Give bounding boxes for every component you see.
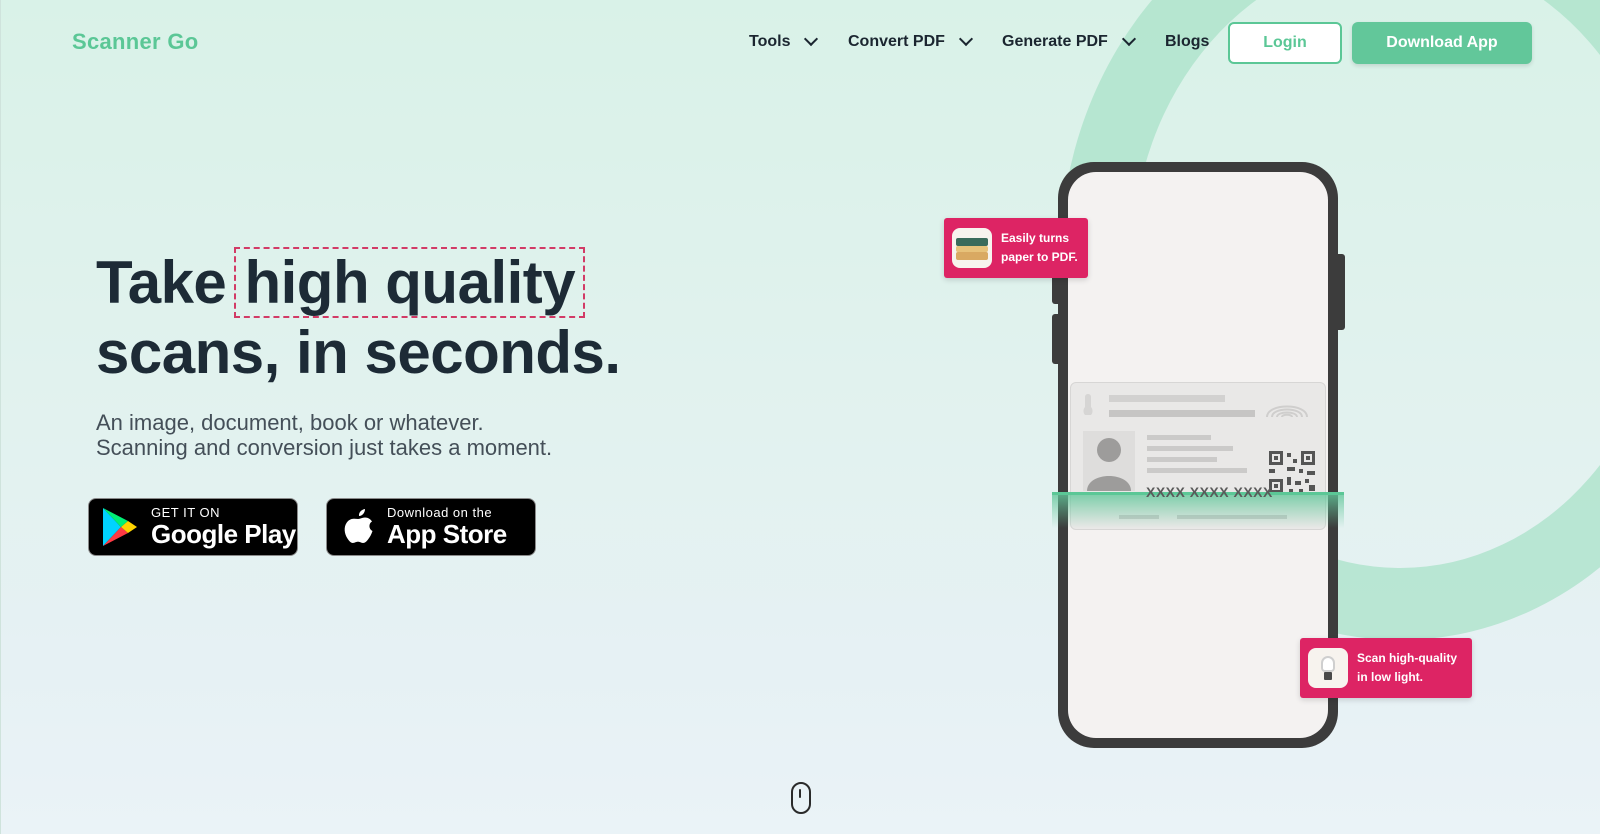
download-app-button[interactable]: Download App — [1352, 22, 1532, 64]
google-play-big-text: Google Play — [151, 519, 296, 549]
google-play-icon — [103, 508, 137, 546]
paper-stack-icon — [952, 228, 992, 268]
nav-generate-pdf-label: Generate PDF — [1002, 33, 1108, 50]
nav-convert-pdf[interactable]: Convert PDF — [848, 31, 973, 51]
nav-convert-pdf-label: Convert PDF — [848, 33, 945, 50]
app-store-badge[interactable]: Download on the App Store — [326, 498, 536, 556]
chevron-down-icon — [958, 31, 973, 47]
feature-card-1-line1: Easily turns — [1001, 231, 1070, 245]
hero-subtitle-line1: An image, document, book or whatever. — [96, 410, 484, 435]
nav-blogs[interactable]: Blogs — [1165, 33, 1209, 51]
lightbulb-icon — [1308, 648, 1348, 688]
google-play-small-text: GET IT ON — [151, 505, 221, 520]
google-play-badge[interactable]: GET IT ON Google Play — [88, 498, 298, 556]
hero-title-highlight: high quality — [234, 247, 586, 318]
nav-blogs-label: Blogs — [1165, 33, 1210, 50]
feature-card-1-line2: paper to PDF. — [1001, 250, 1078, 264]
feature-card-2-line1: Scan high-quality — [1357, 651, 1458, 665]
chevron-down-icon — [804, 31, 819, 47]
left-edge-line — [0, 0, 1, 834]
nav-generate-pdf[interactable]: Generate PDF — [1002, 31, 1136, 51]
mouse-scroll-icon[interactable] — [791, 782, 811, 814]
feature-card-2-line2: in low light. — [1357, 670, 1423, 684]
brand-logo[interactable]: Scanner Go — [72, 29, 198, 55]
feature-card-low-light: Scan high-quality in low light. — [1300, 638, 1472, 698]
hero-title-prefix: Take — [96, 249, 243, 316]
id-number-text: XXXX XXXX XXXX — [1146, 484, 1273, 500]
chevron-down-icon — [1121, 31, 1136, 47]
apple-icon — [344, 509, 373, 543]
hero-subtitle-line2: Scanning and conversion just takes a mom… — [96, 435, 553, 460]
nav-tools-label: Tools — [749, 33, 791, 50]
nav-tools[interactable]: Tools — [749, 31, 819, 51]
hero-subtitle: An image, document, book or whatever. Sc… — [96, 410, 552, 460]
hero-title: Take high quality scans, in seconds. — [96, 247, 621, 388]
app-store-small-text: Download on the — [387, 505, 493, 520]
app-store-big-text: App Store — [387, 519, 507, 549]
login-button[interactable]: Login — [1228, 22, 1342, 64]
feature-card-paper-to-pdf: Easily turns paper to PDF. — [944, 218, 1088, 278]
mouse-wheel — [799, 789, 801, 798]
hero-title-line2: scans, in seconds. — [96, 319, 621, 386]
site-header: Scanner Go Tools Convert PDF Generate PD… — [0, 0, 1600, 86]
